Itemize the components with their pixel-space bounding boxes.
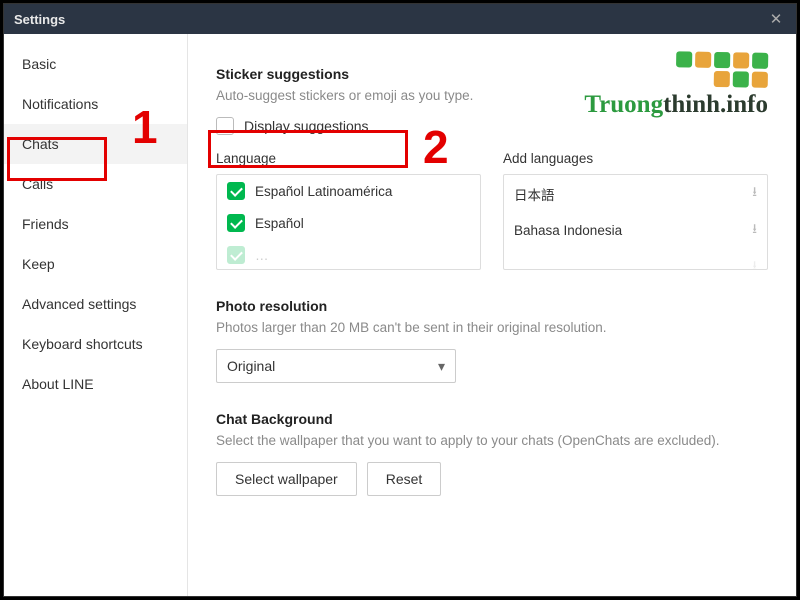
section-desc-bg: Select the wallpaper that you want to ap… bbox=[216, 433, 768, 448]
display-suggestions-label: Display suggestions bbox=[244, 118, 369, 134]
section-photo: Photo resolution Photos larger than 20 M… bbox=[216, 298, 768, 383]
add-language-list[interactable]: 日本語 ⭳ Bahasa Indonesia ⭳ … ⭳ bbox=[503, 174, 768, 270]
language-label: Español bbox=[255, 216, 304, 231]
sidebar-item-friends[interactable]: Friends bbox=[4, 204, 187, 244]
sidebar-item-notifications[interactable]: Notifications bbox=[4, 84, 187, 124]
language-item[interactable]: Español bbox=[217, 207, 480, 239]
section-title-bg: Chat Background bbox=[216, 411, 768, 427]
add-language-item[interactable]: … ⭳ bbox=[504, 249, 767, 270]
settings-window: Settings ✕ Basic Notifications Chats Cal… bbox=[3, 3, 797, 597]
sidebar-item-basic[interactable]: Basic bbox=[4, 44, 187, 84]
language-checkbox[interactable] bbox=[227, 214, 245, 232]
add-language-item[interactable]: 日本語 ⭳ bbox=[504, 175, 767, 212]
bg-buttons: Select wallpaper Reset bbox=[216, 462, 768, 496]
sidebar-item-calls[interactable]: Calls bbox=[4, 164, 187, 204]
display-suggestions-row[interactable]: Display suggestions bbox=[216, 117, 768, 135]
add-language-col: Add languages 日本語 ⭳ Bahasa Indonesia ⭳ bbox=[503, 151, 768, 270]
add-language-label: Bahasa Indonesia bbox=[514, 223, 622, 238]
close-button[interactable]: ✕ bbox=[766, 9, 786, 29]
section-title-sticker: Sticker suggestions bbox=[216, 66, 768, 82]
reset-button[interactable]: Reset bbox=[367, 462, 442, 496]
content-area: Basic Notifications Chats Calls Friends … bbox=[4, 34, 796, 596]
add-language-label: … bbox=[514, 260, 528, 270]
display-suggestions-checkbox[interactable] bbox=[216, 117, 234, 135]
section-title-photo: Photo resolution bbox=[216, 298, 768, 314]
close-icon: ✕ bbox=[770, 10, 783, 28]
language-checkbox[interactable] bbox=[227, 182, 245, 200]
sidebar-item-keyboard[interactable]: Keyboard shortcuts bbox=[4, 324, 187, 364]
language-checkbox[interactable] bbox=[227, 246, 245, 264]
sidebar-item-chats[interactable]: Chats bbox=[4, 124, 187, 164]
language-col: Language Español Latinoamérica Español bbox=[216, 151, 481, 270]
section-sticker: Sticker suggestions Auto-suggest sticker… bbox=[216, 66, 768, 270]
dropdown-value: Original bbox=[227, 358, 275, 374]
window-title: Settings bbox=[14, 12, 65, 27]
sidebar-item-keep[interactable]: Keep bbox=[4, 244, 187, 284]
chevron-down-icon: ▾ bbox=[438, 358, 445, 375]
add-language-item[interactable]: Bahasa Indonesia ⭳ bbox=[504, 212, 767, 249]
language-header: Language bbox=[216, 151, 481, 166]
language-item[interactable]: Español Latinoamérica bbox=[217, 175, 480, 207]
section-desc-sticker: Auto-suggest stickers or emoji as you ty… bbox=[216, 88, 768, 103]
main-panel: Sticker suggestions Auto-suggest sticker… bbox=[188, 34, 796, 596]
sidebar-item-about[interactable]: About LINE bbox=[4, 364, 187, 404]
download-icon[interactable]: ⭳ bbox=[752, 256, 757, 270]
language-columns: Language Español Latinoamérica Español bbox=[216, 151, 768, 270]
photo-resolution-dropdown[interactable]: Original ▾ bbox=[216, 349, 456, 383]
language-item[interactable]: … bbox=[217, 239, 480, 270]
sidebar: Basic Notifications Chats Calls Friends … bbox=[4, 34, 188, 596]
language-label: … bbox=[255, 248, 269, 263]
add-language-label: 日本語 bbox=[514, 184, 555, 204]
select-wallpaper-button[interactable]: Select wallpaper bbox=[216, 462, 357, 496]
language-list[interactable]: Español Latinoamérica Español … bbox=[216, 174, 481, 270]
section-desc-photo: Photos larger than 20 MB can't be sent i… bbox=[216, 320, 768, 335]
titlebar: Settings ✕ bbox=[4, 4, 796, 34]
download-icon[interactable]: ⭳ bbox=[752, 219, 757, 242]
language-label: Español Latinoamérica bbox=[255, 184, 392, 199]
section-background: Chat Background Select the wallpaper tha… bbox=[216, 411, 768, 496]
add-language-header: Add languages bbox=[503, 151, 768, 166]
download-icon[interactable]: ⭳ bbox=[752, 182, 757, 205]
sidebar-item-advanced[interactable]: Advanced settings bbox=[4, 284, 187, 324]
